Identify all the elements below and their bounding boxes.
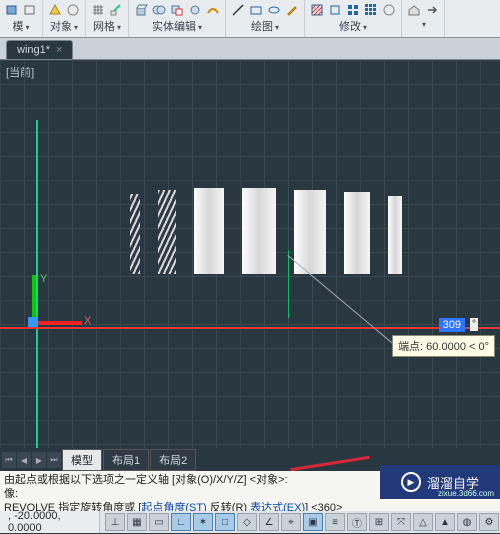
wireframe-icon[interactable] [22,2,38,18]
status-toggle-dyn[interactable]: ▣ [303,513,323,531]
layout-tab-1[interactable]: 布局1 [103,449,149,471]
tab-nav-prev[interactable]: ◀ [17,452,31,468]
revolve-slice [388,196,402,274]
status-toggle-ortho[interactable]: ∟ [171,513,191,531]
home-icon[interactable] [406,2,422,18]
move-icon[interactable] [327,2,343,18]
tab-nav-next[interactable]: ▶ [32,452,46,468]
sweep-icon[interactable] [205,2,221,18]
coordinate-readout: , -20.0000, 0.0000 [0,511,100,533]
ribbon-group-nav [402,0,445,37]
watermark-url: zixue.3d66.com [438,489,494,498]
status-bar: , -20.0000, 0.0000 ⊥▦▭∟✶□◇∠⌖▣≡Ⓣ⊞⤧△▲◍⚙ [0,511,500,533]
status-toggle-ws[interactable]: ⚙ [479,513,499,531]
tab-nav-last[interactable]: ⏭ [47,452,61,468]
arrow-icon[interactable] [424,2,440,18]
misc-icon[interactable] [381,2,397,18]
hatch-icon[interactable] [309,2,325,18]
pencil-icon[interactable] [284,2,300,18]
sphere-icon[interactable] [65,2,81,18]
status-toggle-a3[interactable]: ◍ [457,513,477,531]
status-toggles: ⊥▦▭∟✶□◇∠⌖▣≡Ⓣ⊞⤧△▲◍⚙ [100,513,500,531]
intersect-icon[interactable] [187,2,203,18]
y-axis-line [36,120,38,448]
array4-icon[interactable] [345,2,361,18]
grid-icon[interactable] [90,2,106,18]
revolve-slice [158,190,176,274]
rect-icon[interactable] [248,2,264,18]
revolve-slice [242,188,276,274]
status-toggle-qs[interactable]: ⊞ [369,513,389,531]
angle-input[interactable]: 309 [439,318,465,332]
status-toggle-grid[interactable]: ▭ [149,513,169,531]
pyramid-icon[interactable] [47,2,63,18]
file-tab[interactable]: wing1* × [6,40,73,59]
tab-nav-first[interactable]: ⏮ [2,452,16,468]
status-toggle-otrack[interactable]: ∠ [259,513,279,531]
ribbon-group-object: 对象 [43,0,86,37]
ribbon: 模 对象 网格 实体编辑 绘图 [0,0,500,38]
status-toggle-polar[interactable]: ✶ [193,513,213,531]
ribbon-label-solidedit[interactable]: 实体编辑 [150,18,204,34]
revolve-slice [194,188,224,274]
revolve-preview [130,188,402,274]
ribbon-label-grid[interactable]: 网格 [91,18,123,34]
status-toggle-3dosnap[interactable]: ◇ [237,513,257,531]
revolve-slice [344,192,370,274]
ucs-y-label: Y [40,273,47,285]
revolve-slice [130,194,140,274]
file-tab-label: wing1* [17,44,50,56]
ribbon-label-nav[interactable] [418,18,428,30]
ribbon-group-grid: 网格 [86,0,129,37]
x-axis-dashed [75,327,500,328]
file-tab-strip: wing1* × [0,38,500,60]
status-toggle-ducs[interactable]: ⌖ [281,513,301,531]
status-toggle-tpy[interactable]: Ⓣ [347,513,367,531]
ribbon-group-modify: 修改 [305,0,402,37]
array9-icon[interactable] [363,2,379,18]
extrude-icon[interactable] [133,2,149,18]
drawing-canvas[interactable]: [当前] X Y 309 ° 端点: 60.0000 < 0° [0,60,500,448]
line-icon[interactable] [230,2,246,18]
status-toggle-infer[interactable]: ⊥ [105,513,125,531]
layout-tab-model[interactable]: 模型 [62,449,102,471]
ribbon-label-model[interactable]: 模 [10,18,31,34]
subtract-icon[interactable] [169,2,185,18]
status-toggle-sc[interactable]: ⤧ [391,513,411,531]
status-toggle-a2[interactable]: ▲ [435,513,455,531]
status-toggle-ann[interactable]: △ [413,513,433,531]
ribbon-group-model: 模 [0,0,43,37]
status-toggle-snap[interactable]: ▦ [127,513,147,531]
ellipse-icon[interactable] [266,2,282,18]
ribbon-label-object[interactable]: 对象 [48,18,80,34]
status-toggle-osnap[interactable]: □ [215,513,235,531]
endpoint-tooltip: 端点: 60.0000 < 0° [392,335,495,357]
union-icon[interactable] [151,2,167,18]
play-icon: ▶ [401,472,421,492]
close-tab-icon[interactable]: × [56,44,62,56]
ribbon-label-draw[interactable]: 绘图 [249,18,281,34]
ucs-x-label: X [84,315,91,327]
layout-tab-2[interactable]: 布局2 [150,449,196,471]
watermark-badge: ▶ 溜溜自学 zixue.3d66.com [380,465,500,499]
revolve-slice [294,190,326,274]
box-icon[interactable] [4,2,20,18]
ribbon-label-modify[interactable]: 修改 [337,18,369,34]
ribbon-group-solidedit: 实体编辑 [129,0,226,37]
ribbon-group-draw: 绘图 [226,0,305,37]
slice-icon[interactable] [108,2,124,18]
degree-symbol: ° [470,318,478,331]
status-toggle-lwt[interactable]: ≡ [325,513,345,531]
